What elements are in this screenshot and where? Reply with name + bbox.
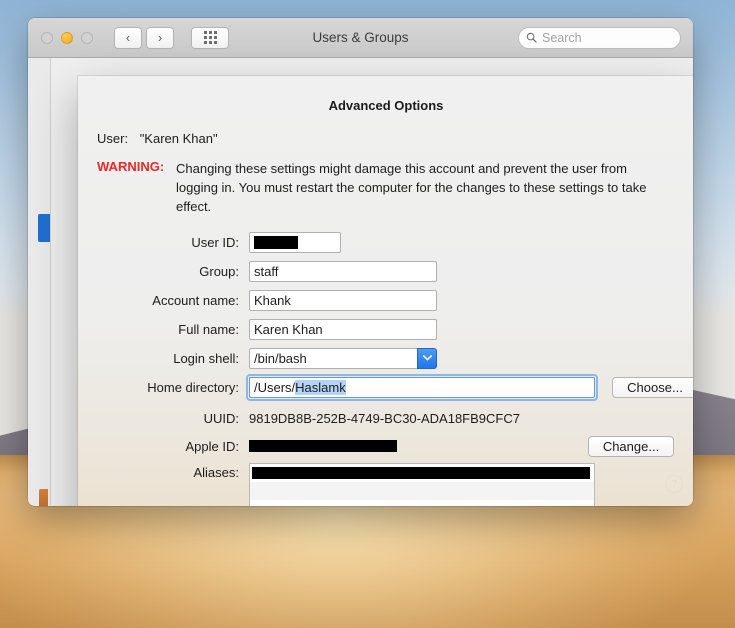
list-item[interactable] bbox=[250, 500, 594, 506]
user-value: "Karen Khan" bbox=[139, 131, 218, 146]
search-icon bbox=[526, 32, 537, 43]
apple-id-row: Apple ID: Change... bbox=[97, 434, 693, 458]
apple-id-label: Apple ID: bbox=[185, 438, 239, 454]
uuid-label: UUID: bbox=[203, 410, 239, 426]
login-shell-combobox[interactable]: /bin/bash bbox=[249, 347, 437, 369]
aliases-list[interactable] bbox=[249, 463, 595, 506]
accounts-sidebar bbox=[28, 58, 51, 506]
login-shell-row: Login shell: /bin/bash bbox=[97, 346, 693, 370]
desktop-background: ‹ › Users & Groups Search Advanced Optio… bbox=[0, 0, 735, 628]
window-titlebar: ‹ › Users & Groups Search bbox=[28, 18, 693, 58]
uuid-value: 9819DB8B-252B-4749-BC30-ADA18FB9CFC7 bbox=[249, 410, 520, 426]
change-button[interactable]: Change... bbox=[588, 435, 674, 457]
grid-icon bbox=[203, 31, 217, 44]
aliases-label: Aliases: bbox=[193, 465, 239, 480]
traffic-lights bbox=[41, 31, 93, 44]
search-input[interactable]: Search bbox=[518, 26, 681, 49]
login-shell-value: /bin/bash bbox=[249, 347, 417, 369]
choose-button[interactable]: Choose... bbox=[612, 376, 693, 398]
full-name-input[interactable]: Karen Khan bbox=[249, 318, 437, 340]
account-name-label: Account name: bbox=[152, 292, 239, 308]
home-directory-label: Home directory: bbox=[147, 379, 239, 395]
warning-label: WARNING: bbox=[97, 159, 165, 174]
chevron-down-icon bbox=[422, 355, 432, 361]
user-label: User: bbox=[97, 131, 129, 146]
back-button[interactable]: ‹ bbox=[114, 26, 142, 49]
group-input[interactable]: staff bbox=[249, 260, 437, 282]
chevron-right-icon: › bbox=[157, 30, 163, 45]
sidebar-item-other-account[interactable] bbox=[39, 489, 48, 506]
login-shell-dropdown-button[interactable] bbox=[417, 347, 437, 369]
warning-text: Changing these settings might damage thi… bbox=[176, 161, 647, 214]
home-directory-path-prefix: /Users/ bbox=[254, 379, 296, 395]
advanced-options-sheet: Advanced Options User: "Karen Khan" WARN… bbox=[78, 76, 693, 506]
close-button[interactable] bbox=[41, 31, 53, 44]
group-row: Group: staff bbox=[97, 259, 693, 283]
full-name-value: Karen Khan bbox=[254, 321, 323, 337]
home-directory-selected-text: Haslamk bbox=[295, 379, 346, 395]
search-placeholder: Search bbox=[542, 30, 582, 45]
minimize-button[interactable] bbox=[61, 31, 73, 44]
show-all-button[interactable] bbox=[191, 26, 229, 49]
chevron-left-icon: ‹ bbox=[125, 30, 131, 45]
warning-row: WARNING: Changing these settings might d… bbox=[78, 159, 693, 216]
home-directory-input[interactable]: /Users/Haslamk bbox=[249, 376, 595, 398]
account-name-row: Account name: Khank bbox=[97, 288, 693, 312]
aliases-row: Aliases: bbox=[97, 463, 693, 506]
account-name-value: Khank bbox=[254, 292, 291, 308]
home-directory-field-wrapper: /Users/Haslamk bbox=[246, 373, 598, 401]
navigation-buttons: ‹ › bbox=[114, 26, 174, 49]
list-item[interactable] bbox=[250, 464, 594, 482]
list-item[interactable] bbox=[250, 482, 594, 500]
user-id-redaction bbox=[254, 235, 298, 249]
group-value: staff bbox=[254, 263, 279, 279]
user-id-label: User ID: bbox=[191, 234, 239, 250]
advanced-options-form: User ID: Group: staff Account name: Khan… bbox=[78, 230, 693, 506]
users-and-groups-window: ‹ › Users & Groups Search Advanced Optio… bbox=[28, 18, 693, 506]
user-id-row: User ID: bbox=[97, 230, 693, 254]
group-label: Group: bbox=[199, 263, 239, 279]
alias-redaction bbox=[252, 467, 590, 479]
user-id-input[interactable] bbox=[249, 231, 341, 253]
full-name-label: Full name: bbox=[178, 321, 239, 337]
login-shell-label: Login shell: bbox=[173, 350, 239, 366]
user-row: User: "Karen Khan" bbox=[78, 131, 693, 146]
uuid-row: UUID: 9819DB8B-252B-4749-BC30-ADA18FB9CF… bbox=[97, 407, 693, 429]
apple-id-redaction bbox=[249, 440, 397, 452]
account-name-input[interactable]: Khank bbox=[249, 289, 437, 311]
sheet-title: Advanced Options bbox=[328, 98, 444, 113]
home-directory-row: Home directory: /Users/Haslamk Choose... bbox=[97, 373, 693, 401]
zoom-button[interactable] bbox=[81, 31, 93, 44]
forward-button[interactable]: › bbox=[146, 26, 174, 49]
full-name-row: Full name: Karen Khan bbox=[97, 317, 693, 341]
sidebar-item-selected-account[interactable] bbox=[38, 214, 50, 242]
